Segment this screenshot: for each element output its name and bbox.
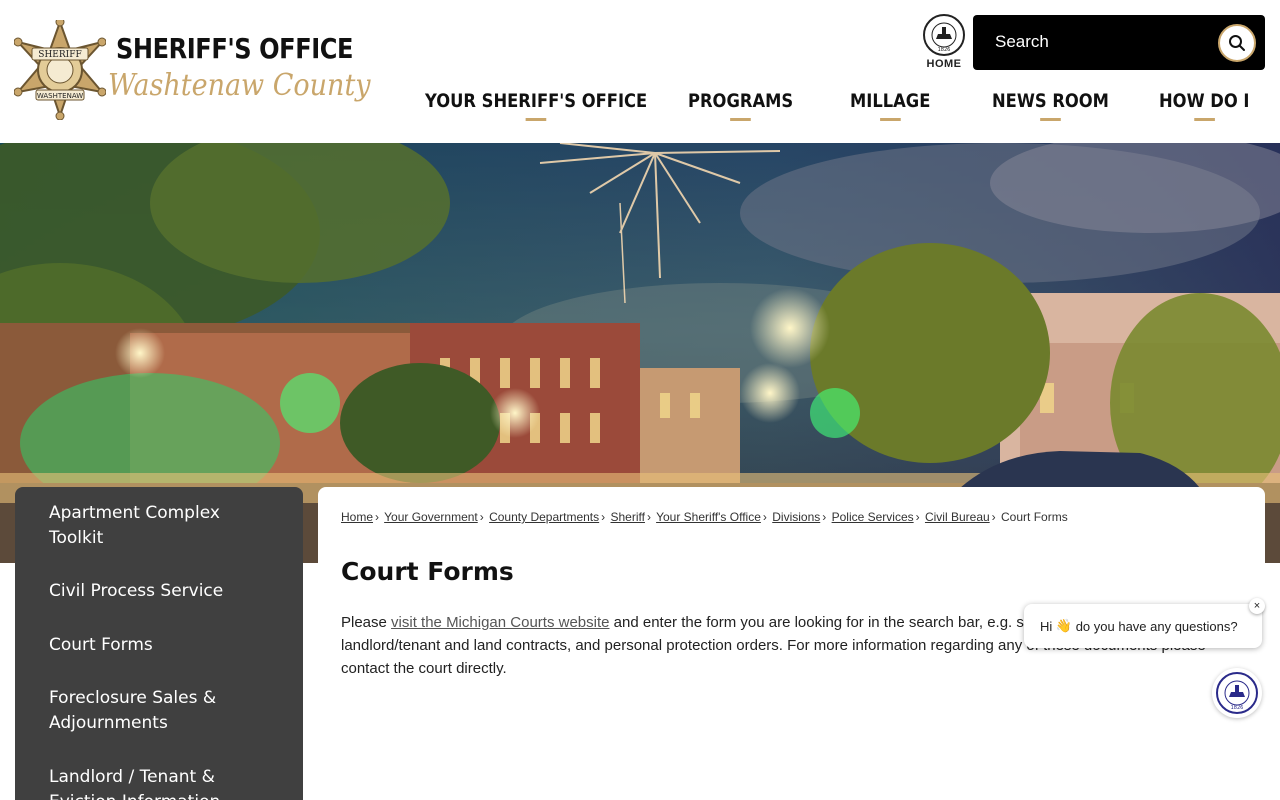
sidebar-item-apartment-complex-toolkit[interactable]: Apartment Complex Toolkit [15,501,303,551]
chat-greeting-text: do you have any questions? [1072,618,1238,634]
svg-text:1826: 1826 [1231,705,1244,711]
breadcrumb-police-services[interactable]: Police Services [832,510,914,524]
search-input[interactable] [983,25,1213,59]
michigan-courts-link[interactable]: visit the Michigan Courts website [391,614,609,631]
breadcrumb-current: Court Forms [1001,510,1068,524]
body-text-intro: Please [341,614,392,631]
main-nav: YOUR SHERIFF'S OFFICE PROGRAMS MILLAGE N… [0,90,1280,130]
svg-text:1826: 1826 [938,47,951,53]
nav-underline [1040,118,1061,121]
breadcrumb-civil-bureau[interactable]: Civil Bureau [925,510,990,524]
nav-how-do-i[interactable]: HOW DO I [1159,90,1250,124]
wave-icon: 👋 [1055,618,1073,633]
nav-millage[interactable]: MILLAGE [850,90,930,124]
chat-greeting-prefix: Hi [1040,618,1056,634]
chat-greeting-bubble[interactable]: Hi 👋 do you have any questions? [1024,604,1262,648]
county-seal-icon: 1826 [923,14,965,56]
breadcrumb-your-government[interactable]: Your Government [384,510,478,524]
sidebar-item-court-forms[interactable]: Court Forms [15,633,303,658]
sidebar-item-foreclosure-sales[interactable]: Foreclosure Sales & Adjournments [15,686,303,736]
nav-programs[interactable]: PROGRAMS [688,90,793,124]
nav-underline [1193,118,1215,121]
nav-your-sheriffs-office[interactable]: YOUR SHERIFF'S OFFICE [425,90,647,124]
breadcrumb-sheriff[interactable]: Sheriff [611,510,645,524]
breadcrumb-county-departments[interactable]: County Departments [489,510,599,524]
nav-underline [730,118,751,121]
sidebar-item-civil-process-service[interactable]: Civil Process Service [15,579,303,604]
nav-label: YOUR SHERIFF'S OFFICE [425,90,648,112]
home-link[interactable]: 1826 HOME [920,14,968,74]
site-header: SHERIFF WASHTENAW SHERIFF'S OFFICE Washt… [0,0,1280,143]
sidebar-item-landlord-tenant[interactable]: Landlord / Tenant & Eviction Information [15,765,303,800]
breadcrumb: Home › Your Government › County Department… [341,510,1068,524]
search-icon [1229,35,1245,51]
home-label: HOME [926,58,962,70]
breadcrumb-home[interactable]: Home [341,510,373,524]
nav-label: PROGRAMS [688,90,794,112]
nav-label: HOW DO I [1159,90,1250,112]
nav-label: NEWS ROOM [992,90,1109,112]
svg-text:SHERIFF: SHERIFF [38,50,81,60]
nav-label: MILLAGE [850,90,931,112]
nav-underline [879,118,901,121]
county-seal-icon: 1826 [1216,672,1258,714]
breadcrumb-your-sheriffs-office[interactable]: Your Sheriff's Office [656,510,761,524]
breadcrumb-divisions[interactable]: Divisions [772,510,820,524]
chat-avatar-button[interactable]: 1826 [1212,668,1262,718]
search-button[interactable] [1218,24,1256,62]
site-title: SHERIFF'S OFFICE [116,32,354,65]
nav-underline [525,118,547,121]
close-icon[interactable]: × [1249,598,1265,614]
page-title: Court Forms [341,557,514,586]
sidebar-nav: Apartment Complex Toolkit Civil Process … [15,487,303,800]
nav-news-room[interactable]: NEWS ROOM [992,90,1109,124]
